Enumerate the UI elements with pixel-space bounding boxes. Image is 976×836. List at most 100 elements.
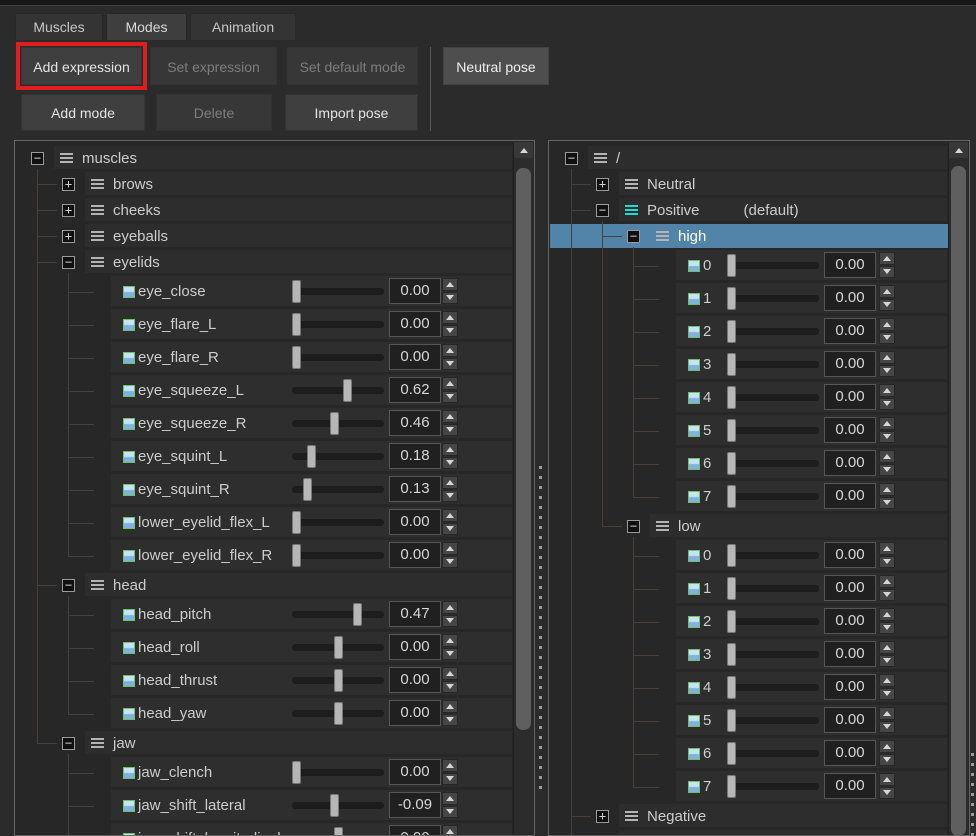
slider-handle[interactable] bbox=[727, 419, 736, 442]
spin-down-button[interactable] bbox=[879, 398, 895, 411]
muscle-checkbox-icon[interactable] bbox=[123, 609, 135, 621]
slider-track[interactable] bbox=[292, 387, 384, 394]
tree-leaf-row[interactable]: 00.00 bbox=[549, 249, 949, 282]
spin-value[interactable]: 0.00 bbox=[389, 509, 441, 535]
slider-handle[interactable] bbox=[727, 544, 736, 567]
slider-track[interactable] bbox=[292, 710, 384, 717]
drag-handle-icon[interactable] bbox=[91, 179, 104, 189]
spin-down-button[interactable] bbox=[442, 358, 458, 371]
tree-leaf-row[interactable]: 70.00 bbox=[549, 770, 949, 803]
slider-handle[interactable] bbox=[307, 445, 316, 468]
spin-value[interactable]: 0.00 bbox=[824, 608, 876, 634]
tree-leaf-row[interactable]: 60.00 bbox=[549, 737, 949, 770]
spin-down-button[interactable] bbox=[442, 773, 458, 786]
right-edge-splitter-handle[interactable] bbox=[971, 753, 974, 836]
spin-value[interactable]: 0.00 bbox=[824, 773, 876, 799]
right-panel-scrollbar[interactable] bbox=[948, 142, 968, 834]
slider-track[interactable] bbox=[727, 394, 819, 401]
slider-track[interactable] bbox=[727, 460, 819, 467]
slider-track[interactable] bbox=[727, 783, 819, 790]
spin-up-button[interactable] bbox=[442, 410, 458, 423]
slider-track[interactable] bbox=[292, 453, 384, 460]
muscle-checkbox-icon[interactable] bbox=[123, 385, 135, 397]
slider-track[interactable] bbox=[292, 288, 384, 295]
muscle-checkbox-icon[interactable] bbox=[688, 616, 700, 628]
slider-handle[interactable] bbox=[334, 636, 343, 659]
spin-up-button[interactable] bbox=[442, 634, 458, 647]
spin-down-button[interactable] bbox=[442, 714, 458, 727]
slider-handle[interactable] bbox=[727, 676, 736, 699]
muscle-checkbox-icon[interactable] bbox=[123, 833, 135, 836]
tab-muscles[interactable]: Muscles bbox=[15, 13, 103, 40]
slider-handle[interactable] bbox=[727, 577, 736, 600]
drag-handle-icon[interactable] bbox=[91, 738, 104, 748]
tree-leaf-row[interactable]: 50.00 bbox=[549, 704, 949, 737]
scrollbar-thumb[interactable] bbox=[516, 168, 531, 730]
drag-handle-icon[interactable] bbox=[625, 179, 638, 189]
spin-up-button[interactable] bbox=[879, 608, 895, 621]
spin-down-button[interactable] bbox=[879, 754, 895, 767]
tree-leaf-row[interactable]: 00.00 bbox=[549, 539, 949, 572]
spin-value[interactable]: 0.00 bbox=[389, 634, 441, 660]
spin-value[interactable]: 0.00 bbox=[824, 575, 876, 601]
tree-leaf-row[interactable]: 10.00 bbox=[549, 572, 949, 605]
spin-up-button[interactable] bbox=[879, 707, 895, 720]
tree-group-row[interactable]: +cheeks bbox=[15, 197, 514, 223]
spin-up-button[interactable] bbox=[879, 542, 895, 555]
spin-down-button[interactable] bbox=[879, 787, 895, 800]
spin-up-button[interactable] bbox=[879, 575, 895, 588]
tree-leaf-row[interactable]: 40.00 bbox=[549, 671, 949, 704]
spin-up-button[interactable] bbox=[879, 417, 895, 430]
spin-value[interactable]: 0.00 bbox=[824, 285, 876, 311]
muscle-checkbox-icon[interactable] bbox=[123, 319, 135, 331]
slider-track[interactable] bbox=[292, 802, 384, 809]
slider-handle[interactable] bbox=[727, 709, 736, 732]
spin-down-button[interactable] bbox=[879, 365, 895, 378]
muscle-checkbox-icon[interactable] bbox=[688, 583, 700, 595]
slider-track[interactable] bbox=[727, 427, 819, 434]
tree-group-row[interactable]: +Negative bbox=[549, 803, 949, 829]
spin-down-button[interactable] bbox=[879, 464, 895, 477]
tree-group-row[interactable]: +Effort bbox=[549, 829, 949, 836]
spin-down-button[interactable] bbox=[879, 497, 895, 510]
tree-leaf-row[interactable]: 70.00 bbox=[549, 480, 949, 513]
spin-down-button[interactable] bbox=[442, 556, 458, 569]
set-default-mode-button[interactable]: Set default mode bbox=[287, 47, 418, 85]
expander-minus-icon[interactable]: − bbox=[62, 256, 75, 269]
muscle-checkbox-icon[interactable] bbox=[688, 491, 700, 503]
muscle-checkbox-icon[interactable] bbox=[123, 708, 135, 720]
muscle-checkbox-icon[interactable] bbox=[688, 682, 700, 694]
scroll-up-button[interactable] bbox=[514, 142, 533, 158]
muscle-checkbox-icon[interactable] bbox=[123, 550, 135, 562]
slider-track[interactable] bbox=[727, 750, 819, 757]
tree-leaf-row[interactable]: 30.00 bbox=[549, 348, 949, 381]
spin-value[interactable]: 0.00 bbox=[824, 483, 876, 509]
spin-up-button[interactable] bbox=[442, 542, 458, 555]
slider-track[interactable] bbox=[727, 295, 819, 302]
spin-down-button[interactable] bbox=[442, 490, 458, 503]
slider-track[interactable] bbox=[727, 552, 819, 559]
slider-track[interactable] bbox=[727, 717, 819, 724]
spin-up-button[interactable] bbox=[442, 344, 458, 357]
muscle-checkbox-icon[interactable] bbox=[688, 649, 700, 661]
spin-value[interactable]: 0.00 bbox=[389, 542, 441, 568]
slider-handle[interactable] bbox=[330, 794, 339, 817]
slider-handle[interactable] bbox=[727, 742, 736, 765]
spin-down-button[interactable] bbox=[879, 622, 895, 635]
spin-up-button[interactable] bbox=[879, 674, 895, 687]
muscle-checkbox-icon[interactable] bbox=[688, 392, 700, 404]
spin-up-button[interactable] bbox=[879, 483, 895, 496]
slider-handle[interactable] bbox=[727, 775, 736, 798]
slider-handle[interactable] bbox=[334, 702, 343, 725]
slider-handle[interactable] bbox=[727, 320, 736, 343]
spin-value[interactable]: -0.09 bbox=[389, 792, 441, 818]
spin-up-button[interactable] bbox=[879, 252, 895, 265]
spin-down-button[interactable] bbox=[879, 299, 895, 312]
tree-group-row[interactable]: +brows bbox=[15, 171, 514, 197]
tree-group-row[interactable]: −eyelids bbox=[15, 249, 514, 275]
spin-value[interactable]: 0.18 bbox=[389, 443, 441, 469]
spin-down-button[interactable] bbox=[879, 688, 895, 701]
slider-handle[interactable] bbox=[727, 353, 736, 376]
slider-track[interactable] bbox=[727, 585, 819, 592]
spin-up-button[interactable] bbox=[442, 311, 458, 324]
